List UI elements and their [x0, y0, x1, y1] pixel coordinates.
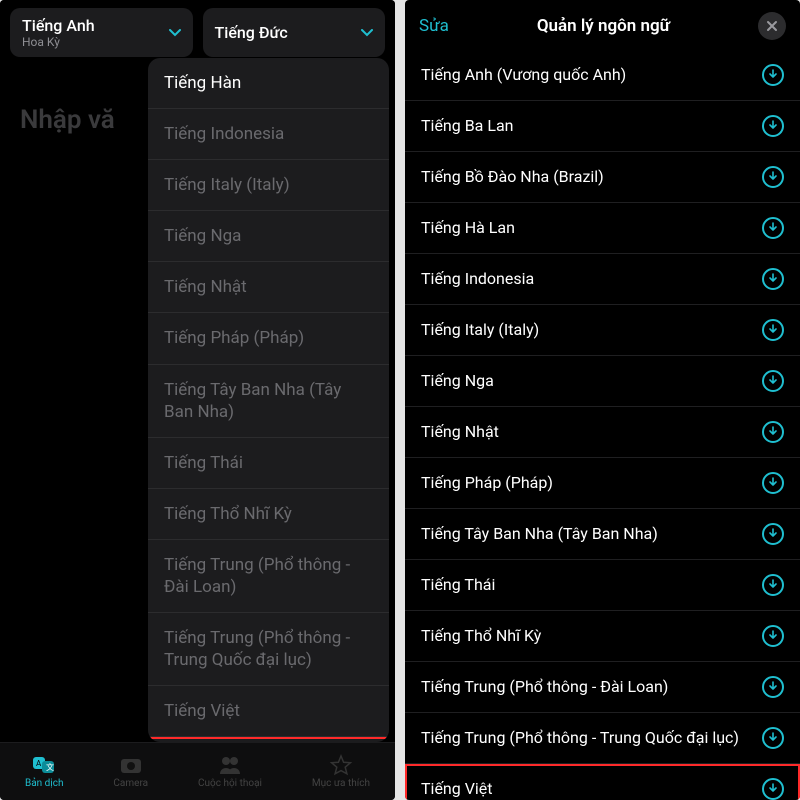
page-title: Quản lý ngôn ngữ: [537, 16, 670, 36]
language-row-label: Tiếng Thái: [421, 575, 762, 594]
language-row-label: Tiếng Ba Lan: [421, 116, 762, 135]
download-icon[interactable]: [762, 727, 784, 749]
language-row-label: Tiếng Italy (Italy): [421, 320, 762, 339]
language-row[interactable]: Tiếng Nga: [405, 356, 800, 407]
dropdown-item[interactable]: Tiếng Việt: [148, 686, 389, 737]
language-row-label: Tiếng Trung (Phổ thông - Trung Quốc đại …: [421, 728, 762, 747]
language-row[interactable]: Tiếng Italy (Italy): [405, 305, 800, 356]
language-row-label: Tiếng Việt: [421, 779, 762, 798]
language-row[interactable]: Tiếng Trung (Phổ thông - Trung Quốc đại …: [405, 713, 800, 764]
star-icon: [328, 754, 354, 776]
download-icon[interactable]: [762, 115, 784, 137]
language-selector-bar: Tiếng Anh Hoa Kỳ Tiếng Đức: [0, 0, 395, 65]
dropdown-item[interactable]: Tiếng Thổ Nhĩ Kỳ: [148, 489, 389, 540]
svg-text:A: A: [36, 759, 42, 768]
download-icon[interactable]: [762, 166, 784, 188]
tab-label: Mục ưa thích: [312, 778, 370, 789]
dropdown-item[interactable]: Tiếng Italy (Italy): [148, 160, 389, 211]
tab-favorites[interactable]: Mục ưa thích: [312, 754, 370, 789]
language-row-label: Tiếng Indonesia: [421, 269, 762, 288]
tab-translate[interactable]: A文 Bản dịch: [25, 754, 64, 789]
language-list: Tiếng Anh (Vương quốc Anh) Tiếng Ba Lan Ti…: [405, 50, 800, 800]
language-row-label: Tiếng Thổ Nhĩ Kỳ: [421, 626, 762, 645]
language-row[interactable]: Tiếng Nhật: [405, 407, 800, 458]
language-row[interactable]: Tiếng Tây Ban Nha (Tây Ban Nha): [405, 509, 800, 560]
close-button[interactable]: [758, 12, 786, 40]
source-language-secondary: Hoa Kỳ: [22, 35, 95, 49]
language-row[interactable]: Tiếng Pháp (Pháp): [405, 458, 800, 509]
download-icon[interactable]: [762, 676, 784, 698]
tab-camera[interactable]: Camera: [113, 754, 148, 789]
language-row-label: Tiếng Hà Lan: [421, 218, 762, 237]
dropdown-item[interactable]: Tiếng Tây Ban Nha (Tây Ban Nha): [148, 365, 389, 438]
language-row-label: Tiếng Bồ Đào Nha (Brazil): [421, 167, 762, 186]
download-icon[interactable]: [762, 370, 784, 392]
download-icon[interactable]: [762, 64, 784, 86]
download-icon[interactable]: [762, 778, 784, 800]
language-row-label: Tiếng Anh (Vương quốc Anh): [421, 65, 762, 84]
language-row[interactable]: Tiếng Hà Lan: [405, 203, 800, 254]
tab-label: Camera: [113, 778, 148, 789]
source-language-primary: Tiếng Anh: [22, 16, 95, 35]
manage-languages-header: Sửa Quản lý ngôn ngữ: [405, 0, 800, 52]
edit-button[interactable]: Sửa: [419, 16, 449, 36]
dropdown-item[interactable]: Tiếng Trung (Phổ thông - Đài Loan): [148, 540, 389, 613]
download-icon[interactable]: [762, 625, 784, 647]
language-dropdown: Tiếng HànTiếng IndonesiaTiếng Italy (Ita…: [148, 58, 389, 742]
language-row[interactable]: Tiếng Bồ Đào Nha (Brazil): [405, 152, 800, 203]
left-screenshot: Tiếng Anh Hoa Kỳ Tiếng Đức Nhập vă Tiếng…: [0, 0, 395, 800]
tab-label: Cuộc hội thoại: [198, 778, 262, 789]
close-icon: [766, 20, 778, 32]
source-language-button[interactable]: Tiếng Anh Hoa Kỳ: [10, 8, 193, 57]
download-icon[interactable]: [762, 319, 784, 341]
language-row[interactable]: Tiếng Trung (Phổ thông - Đài Loan): [405, 662, 800, 713]
download-icon[interactable]: [762, 421, 784, 443]
bottom-tab-bar: A文 Bản dịch Camera Cuộc hội thoại Mục ưa…: [0, 742, 395, 800]
tab-conversation[interactable]: Cuộc hội thoại: [198, 754, 262, 789]
language-row-label: Tiếng Pháp (Pháp): [421, 473, 762, 492]
language-row-label: Tiếng Nhật: [421, 422, 762, 441]
camera-icon: [118, 754, 144, 776]
language-row-label: Tiếng Trung (Phổ thông - Đài Loan): [421, 677, 762, 696]
target-language-primary: Tiếng Đức: [215, 18, 288, 48]
dropdown-item[interactable]: Tiếng Nhật: [148, 262, 389, 313]
dropdown-item[interactable]: Tiếng Nga: [148, 211, 389, 262]
chevron-down-icon: [361, 25, 373, 41]
svg-text:文: 文: [46, 762, 54, 772]
language-row[interactable]: Tiếng Indonesia: [405, 254, 800, 305]
language-row[interactable]: Tiếng Anh (Vương quốc Anh): [405, 50, 800, 101]
language-row-label: Tiếng Tây Ban Nha (Tây Ban Nha): [421, 524, 762, 543]
download-icon[interactable]: [762, 217, 784, 239]
dropdown-item[interactable]: Tiếng Thái: [148, 438, 389, 489]
download-icon[interactable]: [762, 472, 784, 494]
dropdown-item[interactable]: Tiếng Pháp (Pháp): [148, 313, 389, 364]
target-language-button[interactable]: Tiếng Đức: [203, 8, 386, 57]
language-row[interactable]: Tiếng Ba Lan: [405, 101, 800, 152]
download-icon[interactable]: [762, 268, 784, 290]
tab-label: Bản dịch: [25, 778, 64, 789]
dropdown-item[interactable]: Tiếng Trung (Phổ thông - Trung Quốc đại …: [148, 613, 389, 686]
download-icon[interactable]: [762, 574, 784, 596]
dropdown-item[interactable]: Tiếng Hàn: [148, 58, 389, 109]
right-screenshot: Sửa Quản lý ngôn ngữ Tiếng Anh (Vương qu…: [405, 0, 800, 800]
download-icon[interactable]: [762, 523, 784, 545]
conversation-icon: [217, 754, 243, 776]
language-row[interactable]: Tiếng Thái: [405, 560, 800, 611]
translate-icon: A文: [31, 754, 57, 776]
language-row-label: Tiếng Nga: [421, 371, 762, 390]
language-row[interactable]: Tiếng Thổ Nhĩ Kỳ: [405, 611, 800, 662]
chevron-down-icon: [169, 25, 181, 41]
language-row[interactable]: Tiếng Việt: [405, 764, 800, 800]
dropdown-item[interactable]: Tiếng Indonesia: [148, 109, 389, 160]
